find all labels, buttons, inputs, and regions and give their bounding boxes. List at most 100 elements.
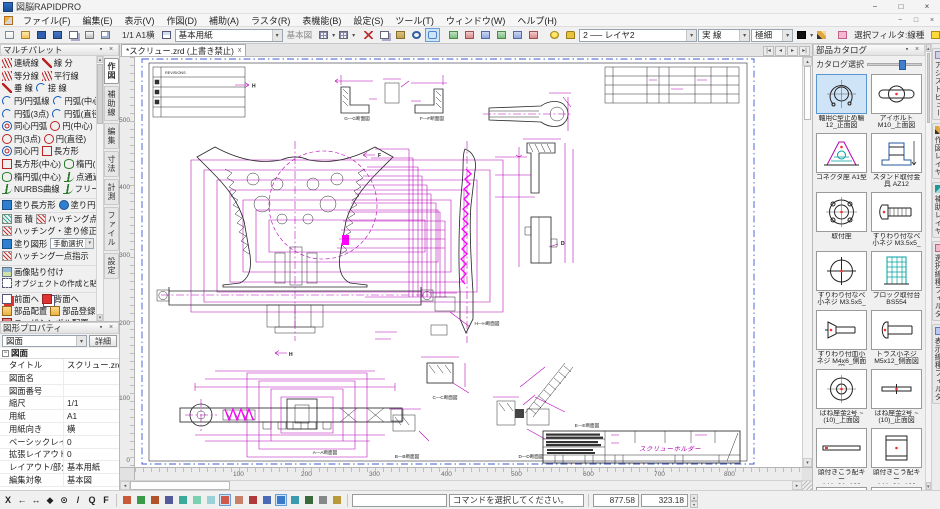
hscroll-thumb[interactable] [130, 481, 230, 490]
chevron-down-icon[interactable]: ▾ [739, 30, 749, 41]
catalog-item[interactable]: アイボルト M10_上面図 [816, 487, 867, 490]
snap-free-icon[interactable]: X [2, 493, 14, 507]
catalog-item[interactable]: すりわり付なべ小ネジ M3.5x5_ [871, 192, 922, 248]
pin-icon[interactable]: ▪ [96, 45, 106, 55]
catalog-item[interactable]: 頭付きこう配キー_14Ax9Ax160_ [816, 428, 867, 484]
redraw-icon[interactable] [510, 28, 525, 42]
property-row[interactable]: 図面名 [0, 372, 119, 385]
zoom-in-icon[interactable] [446, 28, 461, 42]
tab-assist-layer[interactable]: 補助レイヤ [932, 182, 940, 238]
tool-chohokei[interactable]: 長方形 [42, 145, 79, 157]
horizontal-scrollbar[interactable]: ◂ ▸ [120, 480, 812, 490]
close-icon[interactable]: × [912, 45, 922, 55]
catalog-item[interactable]: ばね座金2号 ~(10)_正面図 [871, 369, 922, 425]
layout-select-icon[interactable] [316, 28, 331, 42]
tool-haimen[interactable]: 背面へ [42, 293, 79, 305]
tool-object-sakusei[interactable]: オブジェクトの作成と貼り付け [2, 278, 96, 289]
document-tab[interactable]: *スクリュー.zrd (上書き禁止) x [121, 44, 246, 56]
mode-icon-4[interactable] [163, 494, 175, 506]
save-as-icon[interactable] [50, 28, 65, 42]
tool-zenmen[interactable]: 前面へ [2, 293, 39, 305]
scroll-up-icon[interactable]: ▴ [803, 57, 812, 66]
mode-icon-1[interactable] [121, 494, 133, 506]
catalog-scroll-thumb[interactable] [927, 53, 930, 123]
palette-scrollbar[interactable]: ▴ ▾ [96, 56, 103, 321]
tool-nuri-en[interactable]: 塗り円(中心) [59, 199, 97, 211]
menu-settings[interactable]: 設定(S) [347, 14, 389, 27]
property-row[interactable]: 縮尺1/1 [0, 397, 119, 410]
tab-display-linetype-filter[interactable]: 表示線種フィルタ [932, 324, 940, 404]
tool-heikousen[interactable]: 平行線 [42, 70, 79, 82]
properties-target-combo[interactable]: 図面▾ [2, 335, 87, 347]
tool-enko-3ten[interactable]: 円弧(3点) [2, 108, 49, 120]
tab-sakuzu[interactable]: 作図 [104, 58, 119, 84]
tool-enko-chokkei[interactable]: 円弧(直径) [52, 108, 96, 120]
coordinate-spinner[interactable]: ▴▾ [690, 494, 698, 507]
tool-hatching-tenshitei[interactable]: ハッチング点指定 [36, 213, 96, 225]
tab-keisoku[interactable]: 計測 [104, 179, 119, 205]
snap-figure-icon[interactable]: F [100, 493, 112, 507]
snap-tangent-icon[interactable]: / [72, 493, 84, 507]
menu-edit[interactable]: 編集(E) [77, 14, 119, 27]
mdi-restore-button[interactable]: □ [908, 17, 924, 24]
print-preview-icon[interactable] [98, 28, 113, 42]
layer-combo[interactable]: 2 ── レイヤ2▾ [579, 29, 697, 42]
mode-icon-6[interactable] [191, 494, 203, 506]
mode-icon-3[interactable] [149, 494, 161, 506]
property-row[interactable]: ベーシックレイアウト数0 [0, 436, 119, 449]
tab-assist-view[interactable]: アシストビュー [932, 48, 940, 120]
save-icon[interactable] [34, 28, 49, 42]
tool-nurbs[interactable]: NURBS曲線 [2, 183, 60, 195]
collapse-icon[interactable]: − [2, 350, 9, 357]
tab-settei[interactable]: 設定 [104, 253, 119, 279]
mode-icon-15[interactable] [317, 494, 329, 506]
mode-icon-7[interactable] [205, 494, 217, 506]
tab-close-icon[interactable]: x [238, 47, 242, 54]
tab-file[interactable]: ファイル [104, 207, 119, 251]
drawing-canvas[interactable]: REVISIONS [135, 57, 802, 467]
snap-quadrant-icon[interactable]: Q [86, 493, 98, 507]
property-row[interactable]: 用紙A1 [0, 410, 119, 423]
tool-doshin-enko[interactable]: 同心円弧 [2, 120, 47, 132]
close-button[interactable]: × [914, 0, 940, 13]
catalog-item[interactable]: スタンド取付金具 AZ12 [871, 133, 922, 189]
vertical-scrollbar[interactable]: ▴ ▾ [802, 57, 812, 467]
menu-raster[interactable]: ラスタ(R) [245, 14, 296, 27]
tool-daen-chushin[interactable]: 楕円(中心) [64, 158, 96, 170]
tool-doshinen[interactable]: 同心円 [2, 145, 39, 157]
catalog-item[interactable]: ばね座金2号 ~(10)_上面図 [816, 369, 867, 425]
selection-filter-icon[interactable] [835, 28, 850, 42]
snap-intersection-icon[interactable]: ◆ [44, 493, 56, 507]
mode-icon-9[interactable] [233, 494, 245, 506]
menu-help[interactable]: ヘルプ(H) [511, 14, 563, 27]
tool-en-chushin[interactable]: 円(中心) [50, 120, 92, 132]
open-file-icon[interactable] [18, 28, 33, 42]
mode-icon-2[interactable] [135, 494, 147, 506]
tool-gazo-haritsuke[interactable]: 画像貼り付け [2, 266, 64, 278]
zoom-fit-icon[interactable] [478, 28, 493, 42]
tool-menseki[interactable]: 面 積 [2, 213, 33, 225]
mdi-minimize-button[interactable]: − [892, 17, 908, 24]
paste-icon[interactable] [393, 28, 408, 42]
tool-hatching-itten[interactable]: ハッチング一点指示 [2, 250, 89, 262]
tab-henshu[interactable]: 編集 [104, 123, 119, 149]
menu-file[interactable]: ファイル(F) [17, 14, 77, 27]
catalog-item[interactable]: アイボルト M10_上面図 [871, 74, 922, 130]
tool-en-3ten[interactable]: 円(3点) [2, 133, 41, 145]
mode-icon-12[interactable] [275, 494, 287, 506]
vscroll-thumb[interactable] [804, 66, 811, 120]
menu-tools[interactable]: ツール(T) [389, 14, 440, 27]
command-input[interactable] [352, 494, 447, 507]
tool-tobunsen[interactable]: 等分線 [2, 70, 39, 82]
property-row[interactable]: 編集対象基本図 [0, 474, 119, 487]
export-icon[interactable] [66, 28, 81, 42]
pen-style-icon[interactable] [814, 28, 829, 42]
detail-button[interactable]: 詳細 [89, 335, 117, 347]
fill-shape-mode-combo[interactable]: 手動選択▾ [50, 238, 94, 249]
linetype-combo[interactable]: 実 線▾ [698, 29, 750, 42]
help-icon[interactable] [928, 28, 940, 42]
mode-icon-11[interactable] [261, 494, 273, 506]
tool-chohokei-chushin[interactable]: 長方形(中心) [2, 158, 61, 170]
tab-last-icon[interactable]: ▸| [799, 46, 810, 56]
mode-icon-10[interactable] [247, 494, 259, 506]
